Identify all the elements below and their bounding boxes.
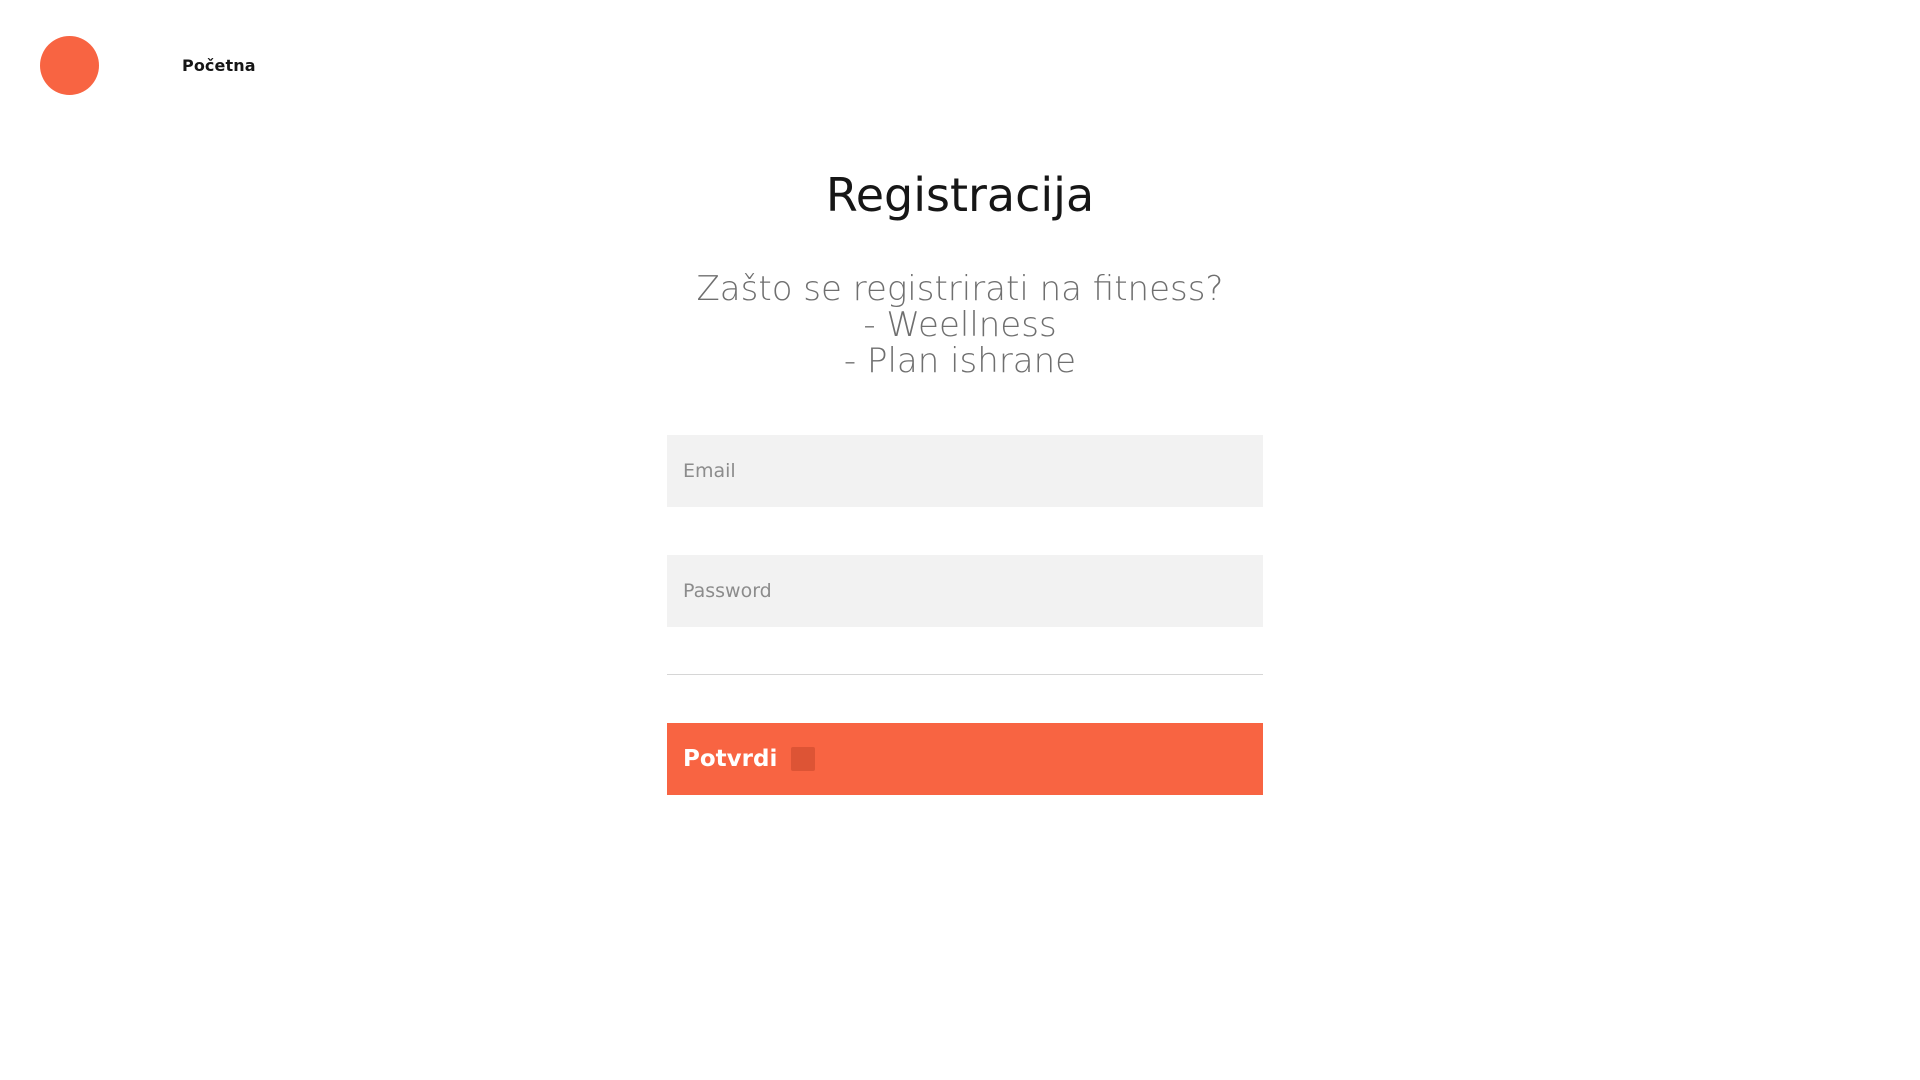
password-field[interactable] [667,555,1263,627]
subtitle-line: Zašto se registrirati na fitness? [696,269,1224,309]
email-field[interactable] [667,435,1263,507]
nav-home-link[interactable]: Početna [182,56,256,75]
logo[interactable] [40,36,99,95]
subtitle-line: - Weellness [863,305,1057,345]
submit-button-label: Potvrdi [683,746,778,772]
arrow-icon [791,747,816,771]
submit-button[interactable]: Potvrdi [667,723,1263,795]
subtitle: Zašto se registrirati na fitness? - Weel… [0,271,1920,379]
divider [667,674,1263,675]
page-title: Registracija [825,168,1095,222]
subtitle-line: - Plan ishrane [843,341,1077,381]
registration-page: Početna Registracija Zašto se registrira… [0,0,1920,1080]
